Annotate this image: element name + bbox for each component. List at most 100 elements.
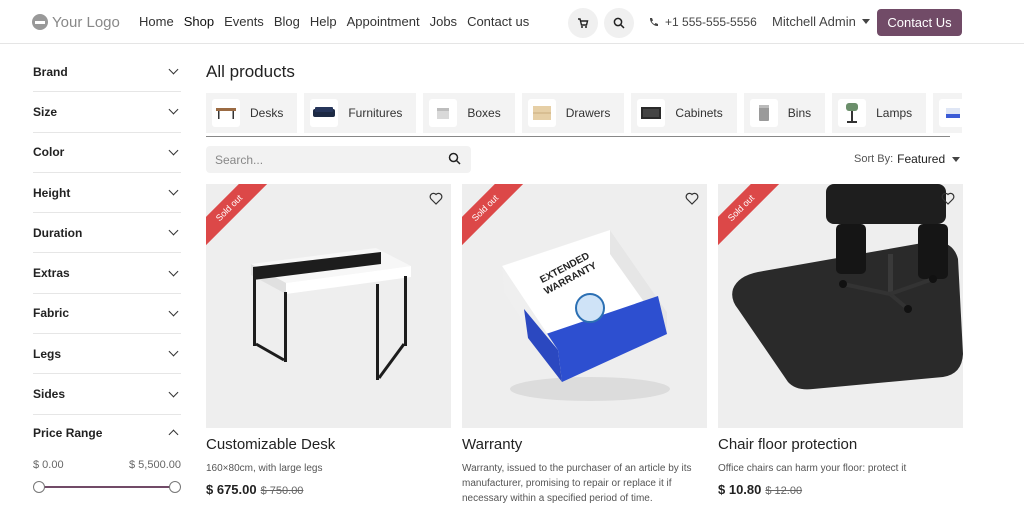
filter-label: Sides xyxy=(33,387,66,402)
chevron-down-icon xyxy=(861,19,870,24)
filter-legs[interactable]: Legs xyxy=(33,334,181,375)
category-label: Bins xyxy=(787,106,812,120)
sort-dropdown[interactable]: Sort By: Featured xyxy=(854,152,961,166)
product-price: $ 675.00 $ 750.00 xyxy=(206,482,451,497)
box-thumbnail xyxy=(429,99,458,127)
product-price: $ 10.80 $ 12.00 xyxy=(718,482,963,497)
category-cabinets[interactable]: Cabinets xyxy=(631,93,737,133)
filter-label: Height xyxy=(33,185,71,200)
logo-text: Your Logo xyxy=(52,13,120,31)
desk-image xyxy=(251,248,411,380)
category-boxes[interactable]: Boxes xyxy=(423,93,515,133)
current-price: $ 675.00 xyxy=(206,482,257,497)
user-name: Mitchell Admin xyxy=(772,14,856,29)
category-furnitures[interactable]: Furnitures xyxy=(304,93,417,133)
product-image[interactable]: Sold out xyxy=(718,184,963,428)
filter-label: Color xyxy=(33,145,65,160)
user-menu[interactable]: Mitchell Admin xyxy=(772,14,870,29)
price-range-toggle[interactable]: Price Range xyxy=(33,415,181,451)
site-header: Your Logo Home Shop Events Blog Help App… xyxy=(0,0,1024,44)
price-slider-min-handle[interactable] xyxy=(33,480,45,493)
chevron-down-icon xyxy=(168,145,179,156)
contact-us-button[interactable]: Contact Us xyxy=(877,9,962,36)
logo-icon xyxy=(32,14,48,30)
sort-value: Featured xyxy=(897,152,946,166)
search-icon xyxy=(613,17,625,29)
nav-events[interactable]: Events xyxy=(224,14,264,29)
product-description: 160×80cm, with large legs xyxy=(206,463,323,474)
filter-brand[interactable]: Brand xyxy=(33,52,181,93)
category-label: Desks xyxy=(250,106,284,120)
heart-icon[interactable] xyxy=(941,192,955,205)
price-range-values: $ 0.00 $ 5,500.00 xyxy=(33,459,181,471)
nav-home[interactable]: Home xyxy=(139,14,174,29)
category-label: Boxes xyxy=(467,106,501,120)
heart-icon[interactable] xyxy=(685,192,699,205)
price-slider-max-handle[interactable] xyxy=(169,480,181,493)
search-button[interactable] xyxy=(604,8,634,38)
filter-label: Duration xyxy=(33,225,83,240)
price-min: $ 0.00 xyxy=(33,458,64,471)
nav-appointment[interactable]: Appointment xyxy=(347,14,420,29)
chevron-up-icon xyxy=(168,429,179,440)
chevron-down-icon xyxy=(168,346,179,357)
logo[interactable]: Your Logo xyxy=(32,12,120,32)
category-label: Furnitures xyxy=(348,106,403,120)
category-lamps[interactable]: Lamps xyxy=(832,93,927,133)
bin-thumbnail xyxy=(749,99,778,127)
product-name[interactable]: Customizable Desk xyxy=(206,436,451,453)
product-card[interactable]: EXTENDED WARRANTY Sold out Warranty Warr… xyxy=(462,184,707,506)
category-next-partial[interactable] xyxy=(933,93,962,133)
heart-icon[interactable] xyxy=(429,192,443,205)
search-input[interactable] xyxy=(206,146,436,173)
search-icon[interactable] xyxy=(448,152,461,165)
filter-label: Fabric xyxy=(33,306,70,321)
chevron-down-icon xyxy=(168,266,179,277)
filter-label: Size xyxy=(33,104,58,119)
nav-help[interactable]: Help xyxy=(310,14,337,29)
old-price: $ 750.00 xyxy=(260,485,304,497)
product-image[interactable]: EXTENDED WARRANTY Sold out xyxy=(462,184,707,428)
nav-jobs[interactable]: Jobs xyxy=(430,14,457,29)
category-label: Drawers xyxy=(565,106,611,120)
current-price: $ 10.80 xyxy=(718,482,762,497)
filters-sidebar: Brand Size Color Height Duration Extras … xyxy=(33,52,181,493)
product-name[interactable]: Chair floor protection xyxy=(718,436,963,453)
product-description: Office chairs can harm your floor: prote… xyxy=(718,463,907,474)
chevron-down-icon xyxy=(168,225,179,236)
nav-contact-us[interactable]: Contact us xyxy=(467,14,529,29)
chevron-down-icon xyxy=(952,156,961,162)
nav-shop[interactable]: Shop xyxy=(184,14,214,29)
product-card[interactable]: Sold out Customizable Desk 160×80cm, wit… xyxy=(206,184,451,497)
price-slider[interactable] xyxy=(33,480,181,493)
filter-extras[interactable]: Extras xyxy=(33,253,181,294)
chevron-down-icon xyxy=(168,387,179,397)
chevron-down-icon xyxy=(168,306,179,317)
category-drawers[interactable]: Drawers xyxy=(521,93,625,133)
filter-color[interactable]: Color xyxy=(33,133,181,173)
carousel-divider xyxy=(206,136,950,137)
filter-sides[interactable]: Sides xyxy=(33,374,181,415)
product-card[interactable]: Sold out Chair floor protection Office c… xyxy=(718,184,963,497)
cart-icon xyxy=(578,18,589,28)
product-name[interactable]: Warranty xyxy=(462,436,707,453)
phone-link[interactable]: +1 555-555-5556 xyxy=(648,15,757,29)
warranty-box-image xyxy=(502,230,670,401)
category-desks[interactable]: Desks xyxy=(206,93,298,133)
filter-size[interactable]: Size xyxy=(33,92,181,133)
cart-button[interactable] xyxy=(568,8,598,38)
category-carousel: Desks Furnitures Boxes Drawers Cabinets … xyxy=(206,93,962,133)
price-max: $ 5,500.00 xyxy=(129,458,181,471)
product-thumbnail xyxy=(939,99,962,127)
main-nav: Home Shop Events Blog Help Appointment J… xyxy=(139,14,539,29)
lamp-thumbnail xyxy=(838,99,867,127)
filter-fabric[interactable]: Fabric xyxy=(33,294,181,335)
category-label: Cabinets xyxy=(675,106,723,120)
chevron-down-icon xyxy=(168,104,179,115)
product-image[interactable]: Sold out xyxy=(206,184,451,428)
category-bins[interactable]: Bins xyxy=(743,93,826,133)
nav-blog[interactable]: Blog xyxy=(274,14,300,29)
phone-icon xyxy=(649,17,658,26)
filter-duration[interactable]: Duration xyxy=(33,213,181,254)
filter-height[interactable]: Height xyxy=(33,173,181,214)
